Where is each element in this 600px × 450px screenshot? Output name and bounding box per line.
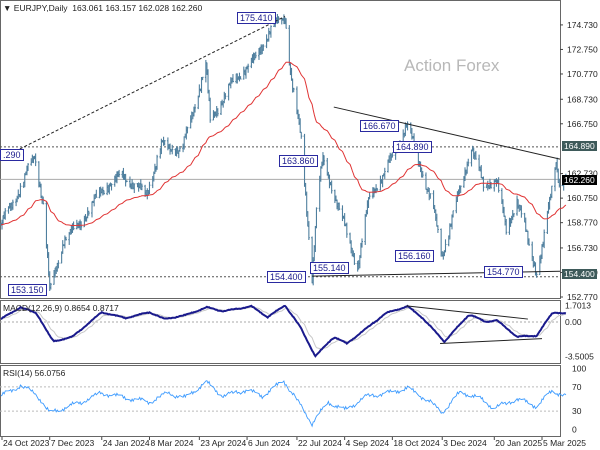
macd-axis-label: 1.7013	[565, 300, 591, 310]
price-label: 153.150	[8, 284, 47, 296]
chart-canvas: 174.730172.750170.770168.730166.750162.7…	[0, 0, 598, 448]
date-axis-label: 6 Jun 2024	[248, 438, 290, 448]
date-axis-label: 5 Mar 2025	[543, 438, 586, 448]
rsi-panel	[0, 365, 561, 437]
current-price-label: 162.260	[562, 175, 597, 185]
price-bar	[209, 97, 212, 123]
rsi-axis-label: 30	[572, 406, 582, 416]
date-axis-label: 3 Dec 2024	[443, 438, 487, 448]
macd-axis-label: 0.00	[565, 317, 582, 327]
price-bar	[550, 185, 553, 199]
price-bar	[34, 153, 37, 167]
date-axis-label: 22 Jul 2024	[298, 438, 342, 448]
price-bar	[227, 83, 230, 101]
price-label: 164.890	[393, 141, 432, 153]
price-bar	[470, 149, 473, 167]
price-axis-label: 156.730	[567, 243, 598, 253]
price-axis-label: 168.730	[567, 94, 598, 104]
level-label-upper: 164.890	[562, 141, 597, 151]
date-axis-label: 18 Oct 2024	[393, 438, 440, 448]
price-bar	[341, 205, 344, 222]
price-bar	[19, 183, 22, 198]
price-label: 154.770	[484, 266, 523, 278]
price-label: 175.410	[237, 12, 276, 24]
symbol-title: EURJPY,Daily	[13, 3, 68, 13]
price-axis-label: 160.750	[567, 193, 598, 203]
date-axis-label: 7 Dec 2023	[51, 438, 95, 448]
price-bar	[288, 25, 291, 66]
price-label: 156.160	[395, 250, 434, 262]
price-axis-label: 166.750	[567, 119, 598, 129]
price-bar	[546, 210, 549, 234]
price-bar	[247, 63, 250, 73]
date-axis-label: 24 Oct 2023	[3, 438, 50, 448]
price-bar	[45, 201, 48, 249]
date-axis-label: 4 Sep 2024	[346, 438, 390, 448]
rsi-axis-label: 0	[572, 424, 577, 434]
collapse-triangle-icon[interactable]: ▼	[3, 3, 11, 13]
price-bar	[61, 240, 64, 254]
date-axis-label: 24 Jan 2024	[103, 438, 150, 448]
chart-header: ▼ EURJPY,Daily 163.061 163.157 162.028 1…	[3, 3, 202, 13]
ohlc-readout: 163.061 163.157 162.028 162.260	[72, 3, 203, 13]
price-bar	[424, 172, 427, 190]
price-label: 155.140	[310, 262, 349, 274]
price-bar	[406, 121, 409, 131]
rsi-title: RSI(14) 56.0756	[3, 368, 66, 378]
price-axis-label: 158.770	[567, 218, 598, 228]
date-axis-label: 23 Apr 2024	[200, 438, 246, 448]
level-label-lower: 154.400	[562, 269, 597, 279]
price-label: 154.400	[267, 271, 306, 283]
price-bar	[267, 27, 270, 42]
trendline	[312, 270, 561, 277]
rsi-axis-label: 100	[572, 364, 586, 374]
price-bar	[197, 95, 200, 110]
price-label: 163.860	[279, 155, 318, 167]
price-bar	[353, 252, 356, 265]
price-label: .290	[0, 149, 24, 161]
price-bar	[300, 131, 303, 139]
moving-average-line	[0, 61, 567, 227]
price-axis-label: 170.770	[567, 69, 598, 79]
watermark: Action Forex	[404, 56, 500, 75]
price-bar	[436, 225, 439, 233]
main-panel	[0, 0, 561, 299]
rsi-axis-label: 70	[572, 382, 582, 392]
price-bar	[383, 167, 386, 179]
trendline	[333, 106, 561, 160]
trendline	[1, 16, 286, 159]
date-axis-label: 8 Mar 2024	[150, 438, 193, 448]
price-bar	[364, 214, 367, 245]
price-bar	[91, 201, 93, 218]
price-label: 166.670	[360, 120, 399, 132]
macd-axis-label: -3.5005	[565, 351, 594, 361]
price-axis-label: 172.750	[567, 44, 598, 54]
price-bar	[345, 222, 348, 238]
macd-title: MACD(12,26,9) 0.8654 0.8717	[3, 303, 119, 313]
price-bar	[452, 210, 455, 218]
date-axis-label: 20 Jan 2025	[495, 438, 542, 448]
price-bar	[505, 218, 508, 235]
price-axis-label: 174.730	[567, 20, 598, 30]
macd-trendline	[440, 338, 543, 345]
rsi-line	[0, 380, 567, 428]
price-bar	[315, 207, 318, 229]
